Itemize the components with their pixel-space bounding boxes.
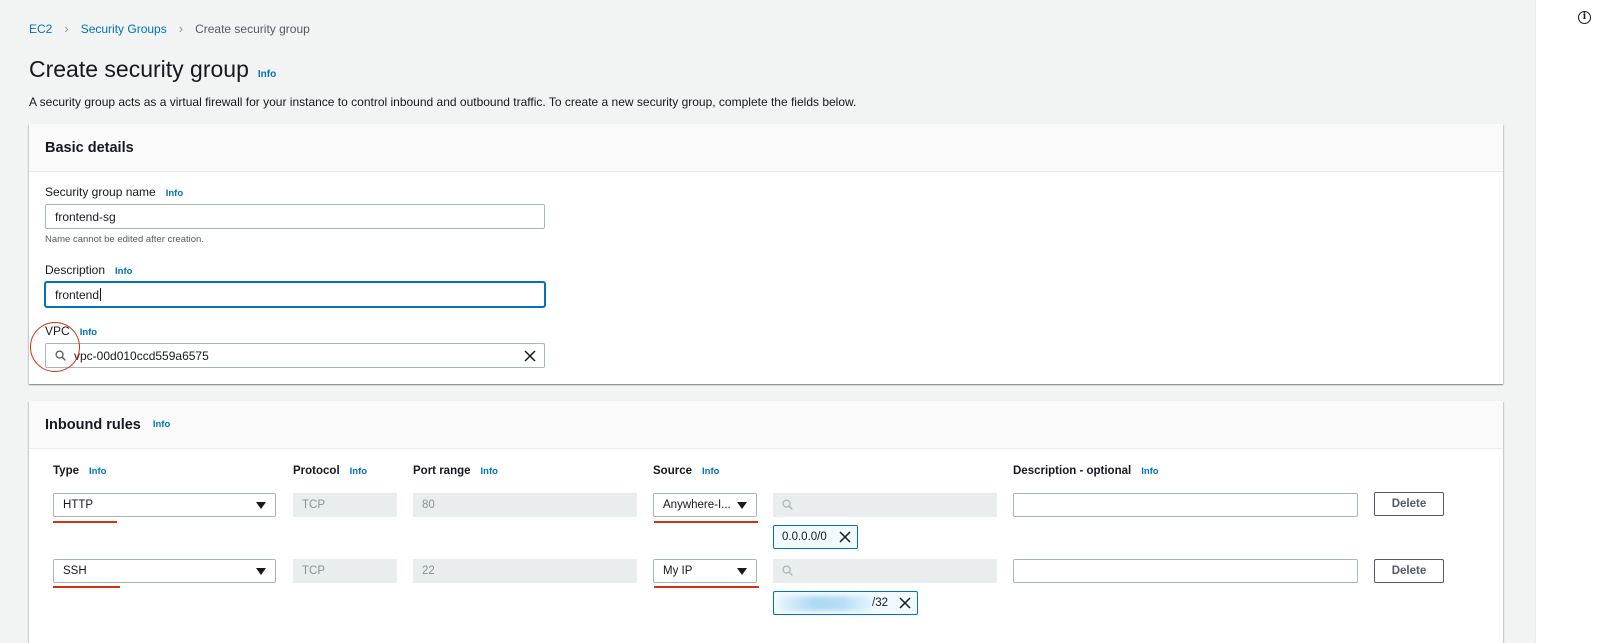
rule-1-protocol: TCP bbox=[293, 493, 397, 517]
caret-down-icon bbox=[737, 502, 747, 509]
rule-2-description-input[interactable] bbox=[1013, 559, 1358, 583]
col-port-text: Port range bbox=[413, 465, 471, 477]
rule-1-type-select[interactable]: HTTP bbox=[53, 493, 276, 517]
rule-2-cidr-value: /32 bbox=[872, 597, 888, 609]
annotation-underline bbox=[53, 586, 120, 588]
rule-1-source-select[interactable]: Anywhere-I... bbox=[653, 493, 757, 517]
annotation-circle bbox=[30, 322, 80, 372]
description-label-text: Description bbox=[45, 263, 106, 277]
rule-2-delete-button[interactable]: Delete bbox=[1374, 559, 1444, 583]
rule-1-delete-button[interactable]: Delete bbox=[1374, 492, 1444, 516]
col-header-protocol: Protocol Info bbox=[293, 465, 367, 477]
inbound-info-link[interactable]: Info bbox=[153, 419, 170, 430]
redacted-ip bbox=[778, 596, 872, 611]
breadcrumb-security-groups[interactable]: Security Groups bbox=[81, 22, 167, 36]
rule-2-port-range: 22 bbox=[413, 559, 637, 583]
search-icon bbox=[782, 565, 793, 576]
help-panel-rail bbox=[1535, 0, 1600, 643]
main-content: EC2 › Security Groups › Create security … bbox=[0, 0, 1535, 643]
rule-1-port-range: 80 bbox=[413, 493, 637, 517]
description-value: frontend bbox=[55, 287, 100, 302]
vpc-search-input[interactable]: vpc-00d010ccd559a6575 bbox=[45, 343, 545, 368]
description-input[interactable]: frontend bbox=[45, 282, 545, 307]
rule-2-cidr-search[interactable] bbox=[773, 559, 997, 583]
rule-1-cidr-value: 0.0.0.0/0 bbox=[782, 531, 827, 543]
basic-details-heading: Basic details bbox=[45, 139, 134, 156]
sg-name-hint: Name cannot be edited after creation. bbox=[45, 234, 204, 245]
rule-1-source-value: Anywhere-I... bbox=[663, 499, 731, 511]
sg-name-info-link[interactable]: Info bbox=[166, 188, 183, 199]
rule-2-source-select[interactable]: My IP bbox=[653, 559, 757, 583]
chevron-right-icon: › bbox=[178, 21, 184, 36]
rule-1-type-value: HTTP bbox=[63, 499, 94, 511]
rule-1-cidr-token: 0.0.0.0/0 bbox=[773, 525, 858, 549]
remove-token-icon[interactable] bbox=[839, 531, 851, 543]
text-caret bbox=[100, 288, 102, 301]
inbound-rules-panel: Inbound rules Info Type Info Protocol In… bbox=[29, 401, 1503, 643]
rule-1-cidr-search[interactable] bbox=[773, 493, 997, 517]
basic-details-header: Basic details bbox=[29, 124, 1503, 172]
description-label: Description Info bbox=[45, 263, 132, 277]
rule-1-description-input[interactable] bbox=[1013, 493, 1358, 517]
col-source-text: Source bbox=[653, 465, 692, 477]
breadcrumb-current: Create security group bbox=[195, 21, 310, 36]
col-header-source: Source Info bbox=[653, 465, 719, 477]
page-description: A security group acts as a virtual firew… bbox=[29, 95, 857, 109]
info-circle-icon[interactable]: i bbox=[1578, 11, 1591, 24]
sg-name-value: frontend-sg bbox=[55, 209, 116, 224]
basic-details-panel: Basic details Security group name Info f… bbox=[29, 124, 1503, 384]
page-info-link[interactable]: Info bbox=[258, 69, 276, 80]
caret-down-icon bbox=[256, 502, 266, 509]
caret-down-icon bbox=[737, 568, 747, 575]
col-header-type: Type Info bbox=[53, 465, 106, 477]
caret-down-icon bbox=[256, 568, 266, 575]
rule-2-type-select[interactable]: SSH bbox=[53, 559, 276, 583]
breadcrumb-ec2[interactable]: EC2 bbox=[29, 22, 52, 36]
rule-2-source-value: My IP bbox=[663, 565, 693, 577]
annotation-underline bbox=[654, 586, 759, 588]
col-type-info[interactable]: Info bbox=[89, 466, 106, 477]
vpc-value: vpc-00d010ccd559a6575 bbox=[74, 348, 209, 363]
col-desc-text: Description - optional bbox=[1013, 465, 1132, 477]
col-source-info[interactable]: Info bbox=[702, 466, 719, 477]
breadcrumb: EC2 › Security Groups › Create security … bbox=[29, 21, 310, 36]
col-protocol-info[interactable]: Info bbox=[350, 466, 367, 477]
inbound-rules-header: Inbound rules Info bbox=[29, 401, 1503, 449]
sg-name-label: Security group name Info bbox=[45, 185, 183, 199]
page-title: Create security group Info bbox=[29, 56, 276, 83]
col-desc-info[interactable]: Info bbox=[1141, 466, 1158, 477]
description-info-link[interactable]: Info bbox=[115, 266, 132, 277]
sg-name-label-text: Security group name bbox=[45, 185, 156, 199]
chevron-right-icon: › bbox=[64, 21, 69, 36]
rule-2-cidr-token: /32 bbox=[773, 591, 918, 615]
rule-2-type-value: SSH bbox=[63, 565, 87, 577]
vpc-info-link[interactable]: Info bbox=[80, 327, 97, 338]
search-icon bbox=[782, 499, 793, 510]
page-title-text: Create security group bbox=[29, 56, 249, 82]
col-header-port-range: Port range Info bbox=[413, 465, 498, 477]
clear-icon[interactable] bbox=[524, 350, 536, 362]
sg-name-input[interactable]: frontend-sg bbox=[45, 204, 545, 229]
col-port-info[interactable]: Info bbox=[481, 466, 498, 477]
annotation-underline bbox=[654, 521, 758, 523]
annotation-underline bbox=[53, 521, 117, 523]
rule-2-protocol: TCP bbox=[293, 559, 397, 583]
inbound-rules-heading: Inbound rules bbox=[45, 416, 141, 433]
remove-token-icon[interactable] bbox=[899, 597, 911, 609]
col-header-description: Description - optional Info bbox=[1013, 465, 1159, 477]
col-protocol-text: Protocol bbox=[293, 465, 340, 477]
col-type-text: Type bbox=[53, 465, 79, 477]
